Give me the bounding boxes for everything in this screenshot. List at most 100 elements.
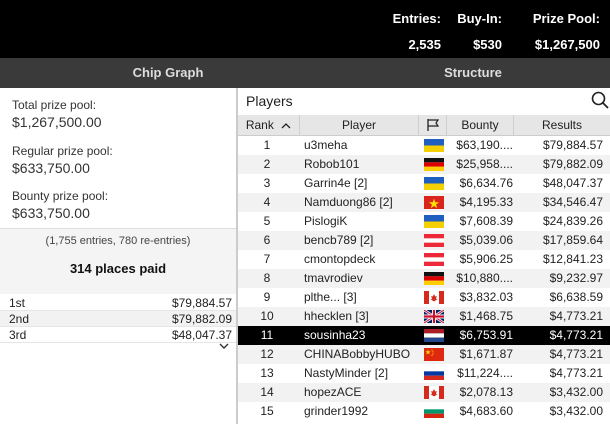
player-bounty: $3,832.03 <box>459 290 513 304</box>
player-bounty: $7,608.39 <box>459 214 513 228</box>
player-name: grinder1992 <box>304 404 369 418</box>
player-row[interactable]: 12 CHINABobbyHUBO $1,671.87 $4,773.21 <box>238 345 610 364</box>
flag-icon <box>426 118 439 131</box>
player-result: $3,432.00 <box>549 404 603 418</box>
germany-flag-icon <box>424 272 444 285</box>
player-row[interactable]: 6 bencb789 [2] $5,039.06 $17,859.64 <box>238 231 610 250</box>
ukraine-flag-icon <box>424 177 444 190</box>
player-row[interactable]: 14 hopezACE $2,078.13 $3,432.00 <box>238 383 610 402</box>
ukraine-flag-icon <box>424 139 444 152</box>
player-result: $79,884.57 <box>542 138 603 152</box>
places-paid: 314 places paid <box>69 261 167 276</box>
prize-pool-label: Prize Pool: <box>532 11 600 26</box>
player-rank: 5 <box>263 214 271 228</box>
player-row[interactable]: 7 cmontopdeck $5,906.25 $12,841.23 <box>238 250 610 269</box>
player-name: cmontopdeck <box>304 252 376 266</box>
entries-note: (1,755 entries, 780 re-entries) <box>45 235 191 247</box>
germany-flag-icon <box>424 158 444 171</box>
tournament-header: Entries: 2,535 Buy-In: $530 Prize Pool: … <box>0 0 610 58</box>
players-panel: Players Rank Player Bounty Results 1 u3me… <box>238 88 610 424</box>
country-column-header[interactable] <box>419 115 447 136</box>
payout-place: 1st <box>9 296 26 310</box>
china-flag-icon <box>424 348 444 361</box>
player-bounty: $6,634.76 <box>459 176 513 190</box>
player-rank: 14 <box>260 385 274 399</box>
players-table-header: Rank Player Bounty Results <box>238 115 610 136</box>
player-rank: 15 <box>260 404 274 418</box>
payout-amount: $79,882.09 <box>171 312 232 326</box>
player-result: $24,839.26 <box>542 214 603 228</box>
tab-structure[interactable]: Structure <box>336 58 610 88</box>
player-rank: 10 <box>260 309 274 323</box>
entries-value: 2,535 <box>408 37 441 52</box>
player-name: hhecklen [3] <box>304 309 369 323</box>
player-rank: 2 <box>263 157 271 171</box>
bulgaria-flag-icon <box>424 405 444 418</box>
player-row[interactable]: 15 grinder1992 $4,683.60 $3,432.00 <box>238 402 610 421</box>
payout-amount: $48,047.37 <box>171 328 232 342</box>
players-table-body: 1 u3meha $63,190.... $79,884.57 2 Robob101 $25… <box>238 136 610 421</box>
player-bounty: $1,468.75 <box>459 309 513 323</box>
player-rank: 3 <box>263 176 271 190</box>
player-result: $4,773.21 <box>549 366 603 380</box>
player-row[interactable]: 8 tmavrodiev $10,880.... $9,232.97 <box>238 269 610 288</box>
payout-row: 1st $79,884.57 <box>0 295 236 311</box>
player-bounty: $5,906.25 <box>459 252 513 266</box>
entries-label: Entries: <box>392 11 441 26</box>
player-rank: 7 <box>263 252 271 266</box>
buyin-label: Buy-In: <box>457 11 502 26</box>
player-rank: 4 <box>263 195 271 209</box>
player-row[interactable]: 9 plthe... [3] $3,832.03 $6,638.59 <box>238 288 610 307</box>
player-name: Garrin4e [2] <box>304 176 368 190</box>
player-result: $3,432.00 <box>549 385 603 399</box>
player-row[interactable]: 13 NastyMinder [2] $11,224.... $4,773.21 <box>238 364 610 383</box>
payout-place: 2nd <box>9 312 30 326</box>
player-rank: 1 <box>263 138 271 152</box>
austria-flag-icon <box>424 234 444 247</box>
player-row[interactable]: 1 u3meha $63,190.... $79,884.57 <box>238 136 610 155</box>
player-name: Robob101 <box>304 157 360 171</box>
results-column-header[interactable]: Results <box>514 115 610 136</box>
payout-amount: $79,884.57 <box>171 296 232 310</box>
player-row[interactable]: 4 Namduong86 [2] $4,195.33 $34,546.47 <box>238 193 610 212</box>
player-bounty: $2,078.13 <box>459 385 513 399</box>
player-name: tmavrodiev <box>304 271 363 285</box>
player-result: $17,859.64 <box>542 233 603 247</box>
tab-chip-graph[interactable]: Chip Graph <box>0 58 336 88</box>
player-bounty: $1,671.87 <box>459 347 513 361</box>
player-column-header[interactable]: Player <box>300 115 419 136</box>
player-rank: 8 <box>263 271 271 285</box>
tab-bar: Chip Graph Structure <box>0 58 610 88</box>
canada-flag-icon <box>424 291 444 304</box>
austria-flag-icon <box>424 253 444 266</box>
total-prize-pool: Total prize pool: $1,267,500.00 <box>12 98 102 130</box>
payout-row: 3rd $48,047.37 <box>0 327 236 343</box>
player-name: plthe... [3] <box>304 290 357 304</box>
search-icon[interactable] <box>591 91 609 109</box>
player-row[interactable]: 10 hhecklen [3] $1,468.75 $4,773.21 <box>238 307 610 326</box>
player-name: u3meha <box>304 138 348 152</box>
player-row[interactable]: 11 sousinha23 $6,753.91 $4,773.21 <box>238 326 610 345</box>
player-bounty: $10,880.... <box>456 271 513 285</box>
sort-ascending-icon <box>281 123 291 129</box>
bounty-column-header[interactable]: Bounty <box>447 115 514 136</box>
rank-column-header[interactable]: Rank <box>238 115 300 136</box>
player-name: Namduong86 [2] <box>304 195 393 209</box>
russia-flag-icon <box>424 367 444 380</box>
player-result: $4,773.21 <box>549 328 603 342</box>
player-bounty: $63,190.... <box>456 138 513 152</box>
bounty-prize-pool: Bounty prize pool: $633,750.00 <box>12 189 108 221</box>
buyin-value: $530 <box>473 37 502 52</box>
total-prize-pool-value: $1,267,500.00 <box>12 114 102 130</box>
player-result: $4,773.21 <box>549 309 603 323</box>
player-row[interactable]: 2 Robob101 $25,958.... $79,882.09 <box>238 155 610 174</box>
player-rank: 13 <box>260 366 274 380</box>
player-row[interactable]: 5 PislogiK $7,608.39 $24,839.26 <box>238 212 610 231</box>
player-name: PislogiK <box>304 214 348 228</box>
bounty-prize-pool-value: $633,750.00 <box>12 205 90 221</box>
expand-payouts-chevron-icon[interactable] <box>214 342 234 354</box>
player-result: $9,232.97 <box>549 271 603 285</box>
rank-column-label: Rank <box>245 118 274 132</box>
player-row[interactable]: 3 Garrin4e [2] $6,634.76 $48,047.37 <box>238 174 610 193</box>
player-name: CHINABobbyHUBO <box>304 347 411 361</box>
